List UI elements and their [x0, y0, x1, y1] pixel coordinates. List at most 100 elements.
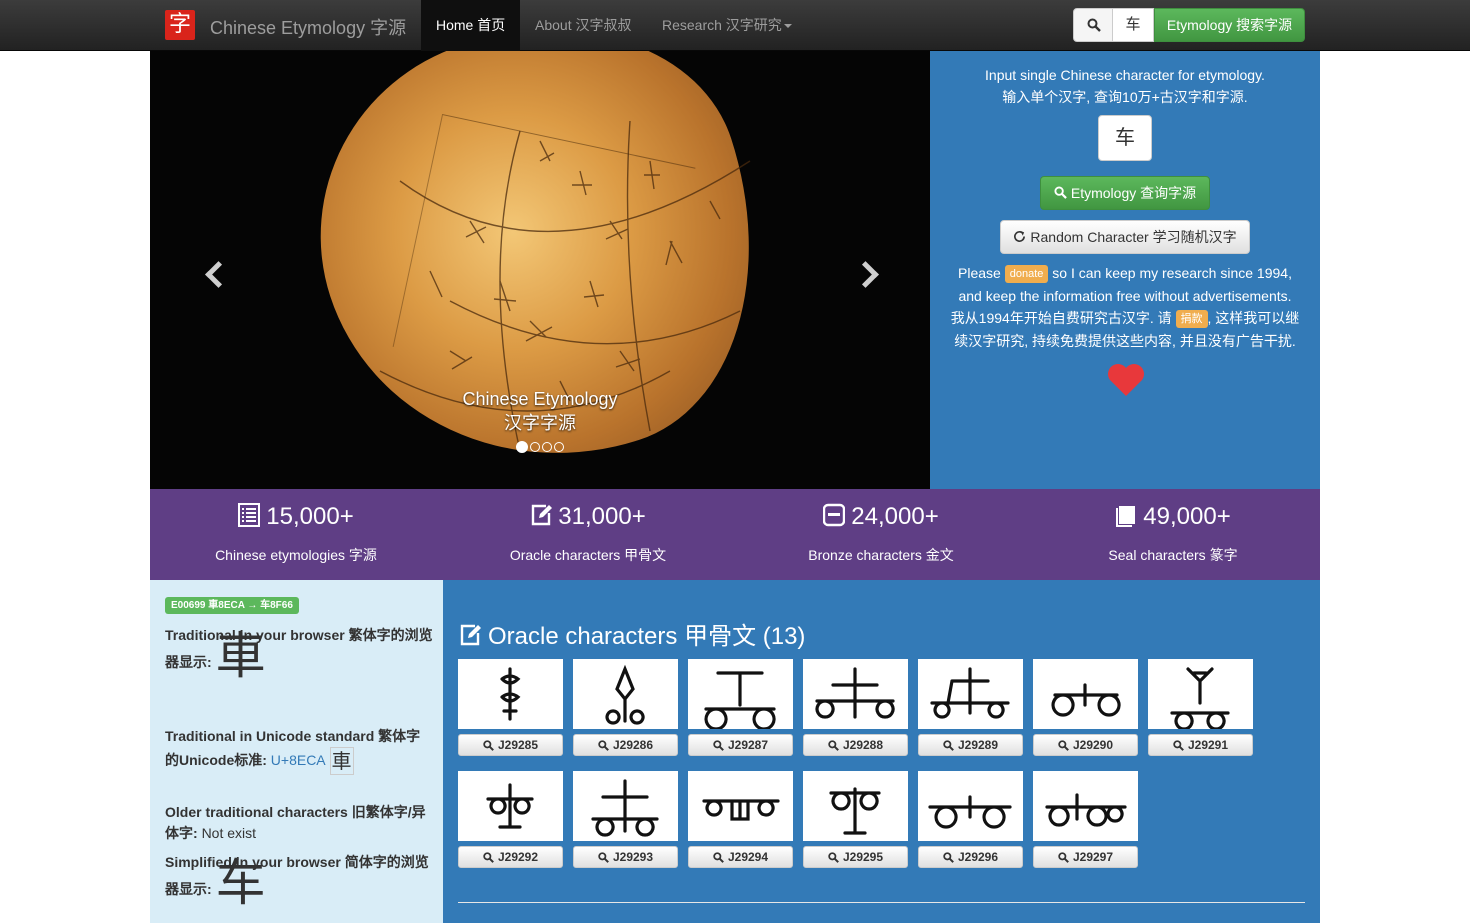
oracle-glyph-image[interactable] — [1033, 771, 1138, 841]
stat-oracle-label: Oracle characters 甲骨文 — [509, 547, 667, 563]
oracle-lookup-button[interactable]: J29296 — [918, 846, 1023, 868]
stat-seal-number-row: 49,000+ — [1027, 503, 1319, 531]
stat-oracle-number-row: 31,000+ — [442, 503, 734, 531]
oracle-lookup-button[interactable]: J29287 — [688, 734, 793, 756]
oracle-id-label: J29287 — [727, 738, 769, 752]
trad-unicode-link[interactable]: U+8ECA — [271, 752, 326, 768]
brand-logo[interactable]: 字 — [165, 10, 195, 40]
carousel-indicator-3[interactable] — [542, 442, 552, 452]
oracle-tile: J29291 — [1148, 659, 1253, 757]
oracle-lookup-button[interactable]: J29297 — [1033, 846, 1138, 868]
search-icon — [483, 740, 494, 751]
stat-oracle-number: 31,000+ — [558, 503, 646, 530]
oracle-lookup-button[interactable]: J29293 — [573, 846, 678, 868]
oracle-tile: J29285 — [458, 659, 563, 757]
oracle-lookup-button[interactable]: J29285 — [458, 734, 563, 756]
oracle-glyph-image[interactable] — [918, 771, 1023, 841]
donate-cn-post: , 这样我可以继 — [1207, 310, 1300, 326]
edit-icon — [532, 504, 553, 526]
oracle-id-label: J29295 — [842, 850, 884, 864]
carousel-prev-icon[interactable] — [203, 261, 227, 285]
oracle-lookup-button[interactable]: J29289 — [918, 734, 1023, 756]
donate-badge[interactable]: donate — [1004, 265, 1049, 284]
oracle-lookup-button[interactable]: J29294 — [688, 846, 793, 868]
oracle-lookup-button[interactable]: J29288 — [803, 734, 908, 756]
nav-about[interactable]: About 汉字叔叔 — [520, 0, 646, 51]
character-input[interactable]: 车 — [1098, 115, 1152, 161]
search-icon — [828, 740, 839, 751]
carousel-indicator-2[interactable] — [530, 442, 540, 452]
search-icon — [1087, 18, 1101, 32]
oracle-id-label: J29296 — [957, 850, 999, 864]
donate-text-pre: Please — [958, 265, 1001, 281]
random-character-button[interactable]: Random Character 学习随机汉字 — [1000, 220, 1250, 254]
heart-icon[interactable] — [1106, 360, 1146, 400]
oracle-id-label: J29285 — [497, 738, 539, 752]
stats-bar: 15,000+ Chinese etymologies 字源 31,000+ O… — [150, 489, 1320, 580]
caret-down-icon — [783, 24, 792, 29]
carousel-caption-title: Chinese Etymology — [462, 389, 618, 409]
oracle-glyph-image[interactable] — [458, 771, 563, 841]
search-instruction-en: Input single Chinese character for etymo… — [985, 67, 1265, 83]
oracle-id-label: J29289 — [957, 738, 999, 752]
carousel-indicator-1[interactable] — [516, 441, 528, 453]
oracle-glyph-image[interactable] — [918, 659, 1023, 729]
random-character-label: Random Character 学习随机汉字 — [1030, 229, 1237, 245]
oracle-glyph-image[interactable] — [458, 659, 563, 729]
carousel-indicator-4[interactable] — [554, 442, 564, 452]
oracle-lookup-button[interactable]: J29291 — [1148, 734, 1253, 756]
carousel-caption-subtitle: 汉字字源 — [504, 413, 576, 433]
nav-search-input[interactable]: 车 — [1113, 8, 1154, 42]
donate-line-cn-2: 续汉字研究, 持续免费提供这些内容, 并且没有广告干扰. — [954, 333, 1296, 349]
search-icon — [598, 852, 609, 863]
stat-etymologies-number: 15,000+ — [266, 503, 354, 530]
carousel-next-icon[interactable] — [856, 261, 880, 285]
nav-research-label: Research 汉字研究 — [662, 17, 782, 33]
stat-bronze[interactable]: 24,000+ Bronze characters 金文 — [735, 489, 1027, 580]
divider — [458, 902, 1305, 903]
oracle-glyph-image[interactable] — [1148, 659, 1253, 731]
trad-unicode-char: 車 — [329, 747, 354, 775]
search-instruction-cn: 输入单个汉字, 查询10万+古汉字和字源. — [1002, 89, 1248, 105]
stat-etymologies-number-row: 15,000+ — [150, 503, 442, 531]
oracle-tile: J29293 — [573, 771, 678, 869]
trad-browser-label: Traditional in your browser 繁体字的浏览器显示: — [165, 627, 433, 670]
oracle-glyph-image[interactable] — [573, 771, 678, 841]
stat-seal-label: Seal characters 篆字 — [1108, 547, 1238, 563]
oracle-glyph-image[interactable] — [803, 771, 908, 841]
oracle-lookup-button[interactable]: J29295 — [803, 846, 908, 868]
search-icon — [943, 740, 954, 751]
stat-seal[interactable]: 49,000+ Seal characters 篆字 — [1027, 489, 1319, 580]
oracle-tile: J29290 — [1033, 659, 1138, 757]
oracle-glyph-image[interactable] — [688, 771, 793, 841]
simp-browser-char: 车 — [215, 854, 266, 912]
code-badge: E00699 車8ECA → 车8F66 — [165, 597, 299, 614]
stat-oracle[interactable]: 31,000+ Oracle characters 甲骨文 — [442, 489, 734, 580]
oracle-id-label: J29286 — [612, 738, 654, 752]
donate-line-cn-1: 我从1994年开始自费研究古汉字. 请 捐款, 这样我可以继 — [930, 308, 1320, 329]
oracle-glyph-image[interactable] — [688, 659, 793, 731]
oracle-glyph-image[interactable] — [1033, 659, 1138, 729]
oracle-tile: J29289 — [918, 659, 1023, 757]
oracle-glyph-image[interactable] — [803, 659, 908, 729]
stat-etymologies[interactable]: 15,000+ Chinese etymologies 字源 — [150, 489, 442, 580]
list-icon — [238, 503, 261, 527]
oracle-lookup-button[interactable]: J29290 — [1033, 734, 1138, 756]
donate-text-post: so I can keep my research since 1994, — [1052, 265, 1292, 281]
search-icon — [943, 852, 954, 863]
brand-title[interactable]: Chinese Etymology 字源 — [210, 14, 406, 40]
oracle-lookup-button[interactable]: J29286 — [573, 734, 678, 756]
stat-bronze-label: Bronze characters 金文 — [808, 547, 954, 563]
oracle-id-label: J29291 — [1187, 738, 1229, 752]
donate-cn-badge[interactable]: 捐款 — [1175, 310, 1208, 329]
oracle-lookup-button[interactable]: J29292 — [458, 846, 563, 868]
nav-etymology-button[interactable]: Etymology 搜索字源 — [1154, 8, 1305, 42]
trad-browser-row: Traditional in your browser 繁体字的浏览器显示: 車 — [165, 625, 433, 681]
nav-research[interactable]: Research 汉字研究 — [647, 0, 807, 51]
nav-home[interactable]: Home 首页 — [421, 0, 521, 51]
etymology-search-button[interactable]: Etymology 查询字源 — [1040, 176, 1210, 210]
nav-search-button[interactable] — [1073, 8, 1113, 42]
oracle-glyph-image[interactable] — [573, 659, 678, 729]
simp-browser-label: Simplified in your browser 简体字的浏览器显示: — [165, 854, 429, 897]
bronze-icon — [823, 503, 846, 527]
